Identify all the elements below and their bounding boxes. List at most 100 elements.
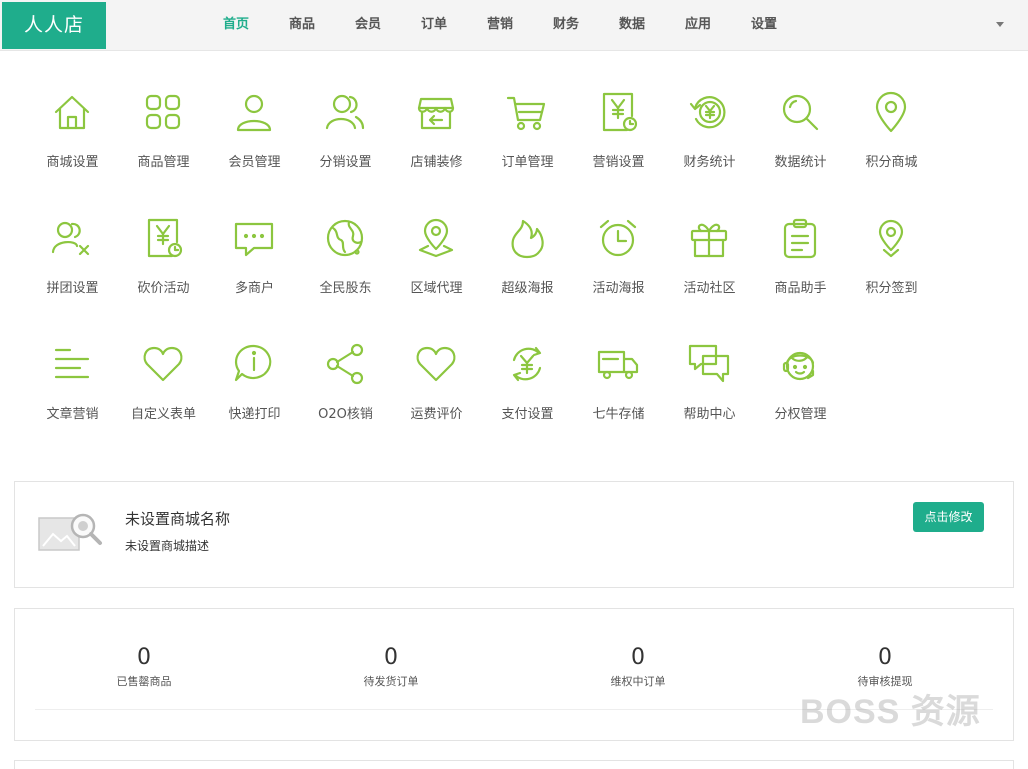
brand-logo[interactable]: 人人店 — [2, 2, 106, 49]
app-label: 积分商城 — [865, 155, 918, 170]
app-label: 分权管理 — [774, 407, 827, 422]
app-item[interactable]: 订单管理 — [482, 84, 573, 194]
app-item[interactable]: 拼团设置 — [27, 210, 118, 320]
app-item[interactable]: 店铺装修 — [391, 84, 482, 194]
nav-item[interactable]: 商品 — [269, 0, 335, 51]
nav-item[interactable]: 应用 — [665, 0, 731, 51]
app-label: 活动海报 — [592, 281, 645, 296]
app-label: 店铺装修 — [410, 155, 463, 170]
app-item[interactable]: 财务统计 — [664, 84, 755, 194]
app-item[interactable]: 自定义表单 — [118, 336, 209, 446]
stat-item[interactable]: 0 已售罄商品 — [64, 645, 224, 689]
stat-value: 0 — [384, 645, 398, 670]
yen-refresh-icon — [687, 90, 731, 134]
gift-icon — [687, 216, 731, 260]
app-item[interactable]: 活动海报 — [573, 210, 664, 320]
app-label: 文章营销 — [46, 407, 99, 422]
app-label: 砍价活动 — [137, 281, 190, 296]
nav-item[interactable]: 财务 — [533, 0, 599, 51]
grid-icon — [141, 90, 185, 134]
search-icon — [778, 90, 822, 134]
map-pin-icon — [414, 216, 458, 260]
app-item[interactable]: 会员管理 — [209, 84, 300, 194]
app-label: 商品管理 — [137, 155, 190, 170]
info-bubble-icon — [232, 342, 276, 386]
globe-icon — [323, 216, 367, 260]
app-label: 运费评价 — [410, 407, 463, 422]
app-item[interactable]: 运费评价 — [391, 336, 482, 446]
app-item[interactable]: 超级海报 — [482, 210, 573, 320]
app-item[interactable]: 多商户 — [209, 210, 300, 320]
alarm-icon — [596, 216, 640, 260]
cart-icon — [505, 90, 549, 134]
app-item[interactable]: 积分商城 — [846, 84, 937, 194]
truck-icon — [596, 342, 640, 386]
app-label: 区域代理 — [410, 281, 463, 296]
store-name: 未设置商城名称 — [125, 510, 231, 528]
app-label: 快递打印 — [228, 407, 281, 422]
nav-item[interactable]: 首页 — [203, 0, 269, 51]
chat-icon — [232, 216, 276, 260]
app-label: 帮助中心 — [683, 407, 736, 422]
app-label: O2O核销 — [318, 407, 373, 422]
store-info-panel: 未设置商城名称 未设置商城描述 点击修改 — [14, 481, 1014, 588]
yen-doc-icon — [596, 90, 640, 134]
stat-item[interactable]: 0 待发货订单 — [311, 645, 471, 689]
stat-label: 维权中订单 — [610, 675, 666, 688]
chat-double-icon — [687, 342, 731, 386]
main-nav: 首页 商品 会员 订单 营销 财务 数据 应用 设置 — [203, 0, 797, 51]
app-item[interactable]: 营销设置 — [573, 84, 664, 194]
app-label: 营销设置 — [592, 155, 645, 170]
app-item[interactable]: 分权管理 — [755, 336, 846, 446]
stat-value: 0 — [631, 645, 645, 670]
app-label: 多商户 — [234, 281, 274, 296]
app-label: 数据统计 — [774, 155, 827, 170]
watermark: BOSS 资源 — [800, 693, 981, 731]
app-item[interactable]: O2O核销 — [300, 336, 391, 446]
stat-label: 已售罄商品 — [116, 675, 172, 688]
nav-item[interactable]: 订单 — [401, 0, 467, 51]
app-label: 分销设置 — [319, 155, 372, 170]
app-item[interactable]: 砍价活动 — [118, 210, 209, 320]
app-label: 全民股东 — [319, 281, 372, 296]
nav-item[interactable]: 数据 — [599, 0, 665, 51]
app-item[interactable]: 帮助中心 — [664, 336, 755, 446]
app-item[interactable]: 商品管理 — [118, 84, 209, 194]
app-label: 会员管理 — [228, 155, 281, 170]
service-icon — [778, 342, 822, 386]
nav-item[interactable]: 设置 — [731, 0, 797, 51]
stat-label: 待发货订单 — [363, 675, 419, 688]
app-item[interactable]: 支付设置 — [482, 336, 573, 446]
pin-icon — [869, 216, 913, 260]
app-item[interactable]: 数据统计 — [755, 84, 846, 194]
stat-item[interactable]: 0 维权中订单 — [558, 645, 718, 689]
app-item[interactable]: 文章营销 — [27, 336, 118, 446]
app-item[interactable]: 积分签到 — [846, 210, 937, 320]
app-item[interactable]: 快递打印 — [209, 336, 300, 446]
yen-doc-clock-icon — [141, 216, 185, 260]
caret-down-icon[interactable] — [996, 22, 1004, 27]
store-placeholder-image-icon — [38, 513, 102, 551]
app-label: 支付设置 — [501, 407, 554, 422]
home-icon — [50, 90, 94, 134]
app-item[interactable]: 全民股东 — [300, 210, 391, 320]
stat-value: 0 — [878, 645, 892, 670]
nav-item[interactable]: 营销 — [467, 0, 533, 51]
app-item[interactable]: 区域代理 — [391, 210, 482, 320]
app-item[interactable]: 分销设置 — [300, 84, 391, 194]
app-item[interactable]: 活动社区 — [664, 210, 755, 320]
location-icon — [869, 90, 913, 134]
users-icon — [323, 90, 367, 134]
app-label: 七牛存储 — [592, 407, 645, 422]
flame-icon — [505, 216, 549, 260]
nav-item[interactable]: 会员 — [335, 0, 401, 51]
stat-item[interactable]: 0 待审核提现 — [805, 645, 965, 689]
app-item[interactable]: 七牛存储 — [573, 336, 664, 446]
app-label: 财务统计 — [683, 155, 736, 170]
yen-cycle-icon — [505, 342, 549, 386]
app-item[interactable]: 商城设置 — [27, 84, 118, 194]
app-label: 超级海报 — [501, 281, 554, 296]
bottom-panel — [14, 760, 1014, 769]
app-item[interactable]: 商品助手 — [755, 210, 846, 320]
edit-store-button[interactable]: 点击修改 — [913, 502, 984, 532]
